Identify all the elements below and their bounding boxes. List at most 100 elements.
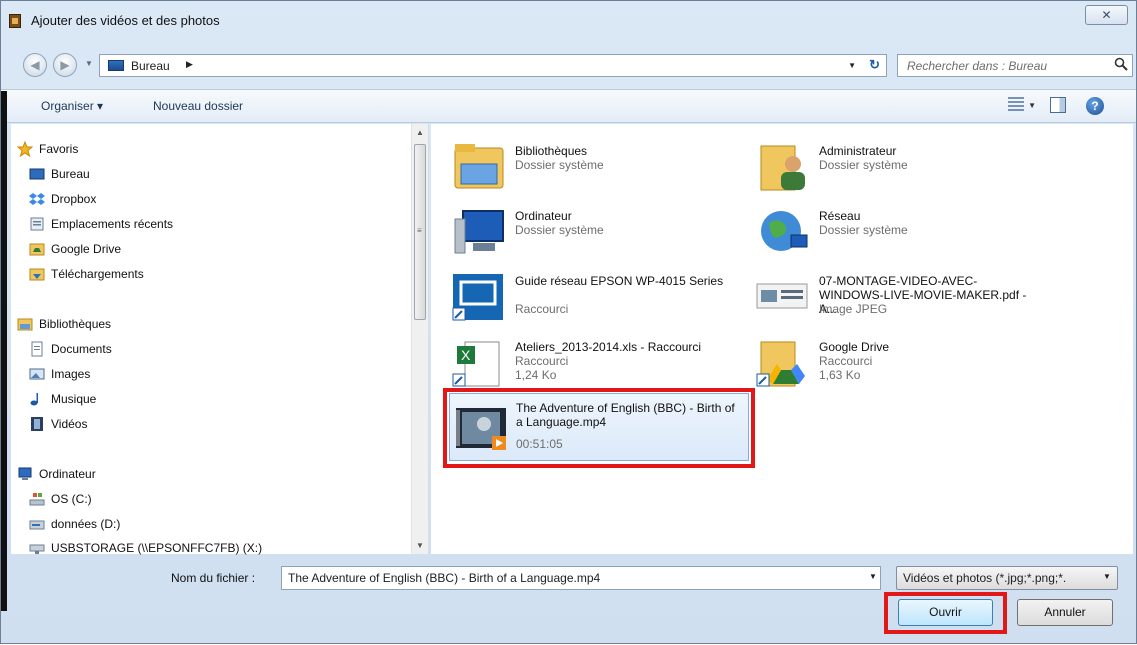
sidebar-computer[interactable]: Ordinateur bbox=[17, 465, 96, 483]
sidebar-item-music[interactable]: Musique bbox=[29, 390, 96, 408]
scrollbar-grip-icon: ≡ bbox=[417, 226, 422, 235]
sidebar-item-label: Emplacements récents bbox=[51, 217, 174, 231]
help-icon[interactable]: ? bbox=[1086, 97, 1104, 115]
epson-shortcut-icon bbox=[452, 274, 503, 321]
refresh-icon[interactable]: ↻ bbox=[869, 57, 880, 73]
file-item-ateliers-xls[interactable]: X Ateliers_2013-2014.xls - Raccourci Rac… bbox=[431, 330, 721, 392]
cancel-button[interactable]: Annuler bbox=[1017, 599, 1113, 626]
file-item-reseau[interactable]: Réseau Dossier système bbox=[735, 199, 1025, 261]
file-name: Bibliothèques bbox=[515, 144, 588, 158]
change-view-icon[interactable] bbox=[1008, 97, 1024, 113]
file-type: Raccourci bbox=[515, 302, 569, 316]
recent-locations-dropdown[interactable]: ▼ bbox=[85, 59, 93, 68]
file-name: Ateliers_2013-2014.xls - Raccourci bbox=[515, 340, 702, 354]
address-bar[interactable]: Bureau ▶ ▼ ↻ bbox=[99, 54, 887, 77]
filename-label: Nom du fichier : bbox=[171, 571, 256, 585]
sidebar-favorites[interactable]: Favoris bbox=[17, 140, 78, 158]
music-note-icon bbox=[30, 393, 38, 406]
svg-text:X: X bbox=[461, 347, 471, 363]
file-open-dialog: Ajouter des vidéos et des photos ✕ ◀ ▶ ▼… bbox=[0, 0, 1137, 644]
filename-input[interactable]: The Adventure of English (BBC) - Birth o… bbox=[281, 566, 881, 590]
back-button[interactable]: ◀ bbox=[23, 53, 47, 77]
dialog-footer: Nom du fichier : The Adventure of Englis… bbox=[1, 554, 1136, 645]
file-size: 1,63 Ko bbox=[819, 368, 861, 382]
network-icon bbox=[761, 211, 808, 251]
file-list: Bibliothèques Dossier système Administra… bbox=[431, 124, 1133, 554]
dropbox-icon bbox=[29, 193, 45, 205]
app-icon bbox=[9, 14, 21, 28]
file-type: Raccourci bbox=[819, 354, 873, 368]
filter-dropdown-icon[interactable]: ▼ bbox=[1103, 572, 1111, 581]
document-icon bbox=[31, 341, 43, 357]
sidebar-item-label: Bureau bbox=[51, 167, 90, 181]
excel-shortcut-icon: X bbox=[452, 341, 500, 387]
scroll-down-icon[interactable]: ▼ bbox=[416, 541, 424, 550]
sidebar-item-label: Images bbox=[51, 367, 91, 381]
file-type: Image JPEG bbox=[819, 302, 888, 316]
sidebar-item-images[interactable]: Images bbox=[29, 365, 90, 383]
sidebar-item-label: OS (C:) bbox=[51, 492, 92, 506]
filename-dropdown-icon[interactable]: ▼ bbox=[869, 572, 877, 581]
breadcrumb-chevron-icon[interactable]: ▶ bbox=[186, 59, 193, 70]
sidebar-item-label: Dropbox bbox=[51, 192, 97, 206]
images-icon bbox=[29, 368, 45, 380]
forward-arrow-icon: ▶ bbox=[60, 58, 70, 72]
breadcrumb-bureau[interactable]: Bureau bbox=[131, 59, 170, 73]
new-folder-button[interactable]: Nouveau dossier bbox=[153, 99, 243, 113]
sidebar-item-dropbox[interactable]: Dropbox bbox=[29, 190, 96, 208]
navigation-scrollbar[interactable]: ▲ ≡ ▼ bbox=[411, 124, 428, 554]
preview-pane-icon[interactable] bbox=[1050, 97, 1066, 113]
sidebar-item-videos[interactable]: Vidéos bbox=[29, 415, 87, 433]
sidebar-item-recent-places[interactable]: Emplacements récents bbox=[29, 215, 173, 233]
sidebar-computer-label: Ordinateur bbox=[39, 467, 96, 481]
file-item-bibliotheques[interactable]: Bibliothèques Dossier système bbox=[431, 134, 721, 196]
jpeg-thumbnail-icon bbox=[756, 283, 808, 309]
file-item-montage-video[interactable]: 07-MONTAGE-VIDEO-AVEC-WINDOWS-LIVE-MOVIE… bbox=[735, 264, 1026, 326]
sidebar-item-label: Musique bbox=[51, 392, 97, 406]
window-title: Ajouter des vidéos et des photos bbox=[31, 13, 220, 28]
desktop-icon bbox=[108, 60, 124, 71]
libraries-icon bbox=[17, 318, 33, 331]
file-name: Réseau bbox=[819, 209, 861, 223]
search-input[interactable]: Rechercher dans : Bureau bbox=[907, 59, 1047, 73]
file-type-filter[interactable]: Vidéos et photos (*.jpg;*.png;*. bbox=[896, 566, 1118, 590]
sidebar-libraries-label: Bibliothèques bbox=[39, 317, 112, 331]
file-name: Ordinateur bbox=[515, 209, 572, 223]
highlight-box-open bbox=[884, 592, 1007, 634]
sidebar-item-google-drive[interactable]: Google Drive bbox=[29, 240, 121, 258]
computer-icon bbox=[454, 210, 504, 254]
scroll-up-icon[interactable]: ▲ bbox=[416, 128, 424, 137]
address-dropdown-icon[interactable]: ▼ bbox=[848, 61, 856, 70]
sidebar-item-drive-d[interactable]: données (D:) bbox=[29, 515, 120, 533]
organize-menu[interactable]: Organiser ▾ bbox=[41, 99, 103, 113]
sidebar-item-downloads[interactable]: Téléchargements bbox=[29, 265, 144, 283]
sidebar-item-bureau[interactable]: Bureau bbox=[29, 165, 90, 183]
star-icon bbox=[17, 141, 33, 157]
navigation-bar: ◀ ▶ ▼ Bureau ▶ ▼ ↻ Rechercher dans : Bur… bbox=[1, 49, 1136, 81]
command-bar: Organiser ▾ Nouveau dossier ▼ ? bbox=[1, 89, 1136, 123]
view-options-dropdown-icon[interactable]: ▼ bbox=[1028, 101, 1036, 110]
file-item-epson-guide[interactable]: Guide réseau EPSON WP-4015 Series Raccou… bbox=[431, 264, 723, 326]
libraries-icon bbox=[454, 144, 504, 189]
google-drive-shortcut-icon bbox=[756, 341, 805, 387]
navigation-pane: Favoris Bureau Dropbox Emplacements réce… bbox=[11, 124, 429, 555]
sidebar-item-label: Google Drive bbox=[51, 242, 122, 256]
file-type: Raccourci bbox=[515, 354, 569, 368]
file-item-ordinateur[interactable]: Ordinateur Dossier système bbox=[431, 199, 721, 261]
file-name: Administrateur bbox=[819, 144, 897, 158]
file-name: Google Drive bbox=[819, 340, 890, 354]
sidebar-item-drive-c[interactable]: OS (C:) bbox=[29, 490, 92, 508]
sidebar-item-documents[interactable]: Documents bbox=[29, 340, 112, 358]
sidebar-item-label: USBSTORAGE (\\EPSONFFC7FB) (X:) bbox=[51, 541, 263, 555]
search-box[interactable]: Rechercher dans : Bureau bbox=[897, 54, 1133, 77]
sidebar-item-label: données (D:) bbox=[51, 517, 121, 531]
file-item-google-drive[interactable]: Google Drive Raccourci 1,63 Ko bbox=[735, 330, 1025, 392]
file-name: Guide réseau EPSON WP-4015 Series bbox=[515, 274, 724, 288]
file-item-administrateur[interactable]: Administrateur Dossier système bbox=[735, 134, 1025, 196]
title-bar: Ajouter des vidéos et des photos ✕ bbox=[1, 1, 1136, 41]
sidebar-libraries[interactable]: Bibliothèques bbox=[17, 315, 111, 333]
window-edge bbox=[1, 91, 7, 611]
close-button[interactable]: ✕ bbox=[1085, 5, 1128, 25]
forward-button[interactable]: ▶ bbox=[53, 53, 77, 77]
search-icon[interactable] bbox=[1114, 57, 1128, 71]
